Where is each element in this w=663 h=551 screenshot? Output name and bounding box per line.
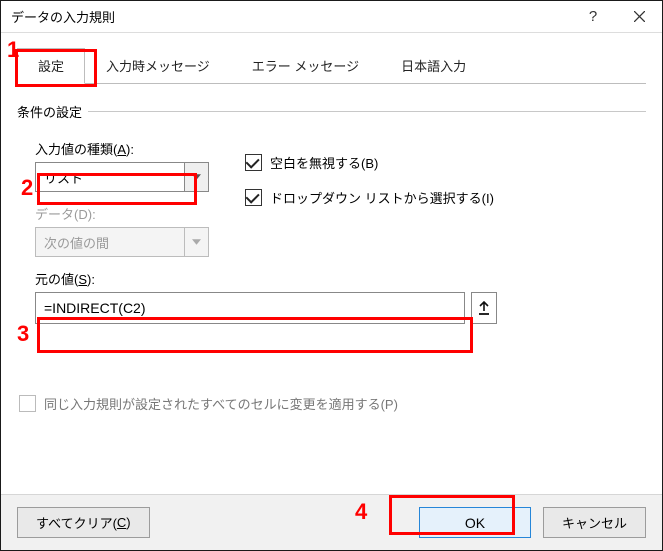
allow-combo-input[interactable]	[35, 162, 185, 192]
tab-error-alert[interactable]: エラー メッセージ	[231, 48, 380, 84]
apply-all-label: 同じ入力規則が設定されたすべてのセルに変更を適用する(P)	[44, 394, 398, 413]
clear-all-button[interactable]: すべてクリア(C)	[17, 507, 150, 538]
titlebar: データの入力規則 ?	[1, 1, 662, 33]
close-button[interactable]	[616, 1, 662, 32]
allow-label: 入力値の種類(A):	[35, 139, 245, 158]
data-validation-dialog: データの入力規則 ? 設定 入力時メッセージ エラー メッセージ 日本語入力 条…	[0, 0, 663, 551]
dialog-footer: すべてクリア(C) OK キャンセル	[1, 494, 662, 550]
group-criteria-label: 条件の設定	[17, 102, 82, 121]
apply-all-checkbox: 同じ入力規則が設定されたすべてのセルに変更を適用する(P)	[17, 394, 646, 413]
data-label: データ(D):	[35, 204, 245, 223]
allow-combo-dropdown[interactable]	[185, 162, 209, 192]
help-button[interactable]: ?	[570, 1, 616, 32]
checkbox-icon	[245, 154, 262, 171]
dialog-title: データの入力規則	[11, 7, 570, 26]
range-select-icon	[478, 301, 490, 315]
checkbox-icon	[19, 395, 36, 412]
checkbox-icon	[245, 189, 262, 206]
allow-combo[interactable]	[35, 162, 245, 192]
chevron-down-icon	[192, 239, 201, 245]
chevron-down-icon	[192, 174, 201, 180]
data-combo-dropdown	[185, 227, 209, 257]
tab-settings[interactable]: 設定	[17, 48, 85, 84]
group-criteria: 条件の設定	[17, 102, 646, 121]
ok-button[interactable]: OK	[419, 507, 531, 538]
source-input[interactable]	[35, 292, 465, 324]
close-icon	[634, 11, 645, 22]
tab-ime-mode[interactable]: 日本語入力	[380, 48, 487, 84]
in-cell-dropdown-checkbox[interactable]: ドロップダウン リストから選択する(I)	[245, 188, 494, 207]
cancel-button[interactable]: キャンセル	[543, 507, 646, 538]
tab-strip: 設定 入力時メッセージ エラー メッセージ 日本語入力	[17, 47, 646, 84]
in-cell-dropdown-label: ドロップダウン リストから選択する(I)	[270, 188, 494, 207]
ignore-blank-checkbox[interactable]: 空白を無視する(B)	[245, 153, 494, 172]
data-combo	[35, 227, 245, 257]
collapse-dialog-button[interactable]	[471, 292, 497, 324]
data-combo-input	[35, 227, 185, 257]
source-label: 元の値(S):	[35, 269, 646, 288]
tab-input-message[interactable]: 入力時メッセージ	[85, 48, 231, 84]
ignore-blank-label: 空白を無視する(B)	[270, 153, 378, 172]
